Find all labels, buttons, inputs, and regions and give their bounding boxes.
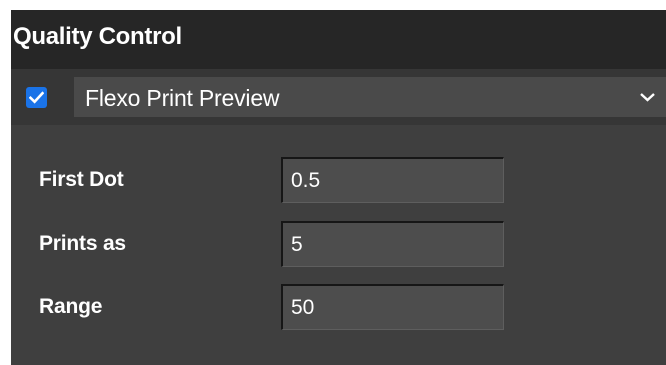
checkmark-icon bbox=[29, 91, 44, 104]
preview-mode-dropdown[interactable]: Flexo Print Preview bbox=[74, 77, 666, 117]
first-dot-input[interactable] bbox=[281, 157, 504, 203]
range-label: Range bbox=[39, 295, 103, 318]
quality-control-panel: Quality Control Flexo Print Preview Firs… bbox=[11, 10, 666, 365]
prints-as-input[interactable] bbox=[281, 221, 504, 267]
first-dot-row: First Dot bbox=[11, 157, 666, 203]
prints-as-label: Prints as bbox=[39, 232, 126, 255]
preview-mode-row: Flexo Print Preview bbox=[11, 69, 666, 125]
prints-as-row: Prints as bbox=[11, 221, 666, 267]
preview-mode-value: Flexo Print Preview bbox=[85, 85, 280, 111]
chevron-down-icon bbox=[640, 93, 655, 102]
first-dot-label: First Dot bbox=[39, 168, 124, 191]
preview-enabled-checkbox[interactable] bbox=[26, 87, 47, 108]
panel-title: Quality Control bbox=[13, 23, 182, 50]
range-input[interactable] bbox=[281, 284, 504, 330]
range-row: Range bbox=[11, 284, 666, 330]
panel-header: Quality Control bbox=[11, 10, 666, 69]
